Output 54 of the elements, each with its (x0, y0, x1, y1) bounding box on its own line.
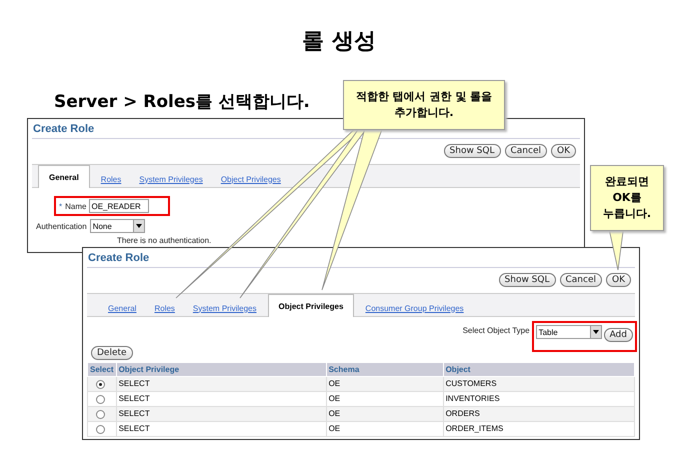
callout-text: 추가합니다. (394, 104, 454, 121)
field-label: Name (65, 202, 86, 210)
table-cell: INVENTORIES (443, 392, 634, 406)
tab[interactable]: General (101, 300, 144, 316)
tab[interactable]: Roles (147, 300, 182, 316)
tab[interactable]: Roles (94, 171, 128, 187)
slide-title: 롤 생성 (302, 29, 376, 54)
tab[interactable]: General (38, 165, 90, 188)
table-cell: SELECT (116, 392, 326, 406)
tab[interactable]: System Privileges (132, 171, 210, 187)
name-field[interactable]: OE_READER (89, 199, 150, 213)
column-header: Object Privilege (116, 362, 326, 376)
radio-button[interactable] (96, 410, 105, 419)
table-cell: OE (326, 422, 444, 436)
toolbar-button[interactable]: OK (606, 273, 631, 287)
help-text: There is no authentication. (117, 236, 212, 245)
column-header: Object (443, 362, 634, 376)
radio-button[interactable] (96, 395, 105, 404)
dropdown-caret-icon (590, 326, 601, 338)
toolbar-button[interactable]: Cancel (560, 273, 602, 287)
table-cell: SELECT (116, 422, 326, 436)
toolbar-button[interactable]: Show SQL (444, 144, 500, 158)
column-header: Schema (326, 362, 444, 376)
field-label: Authentication (36, 222, 87, 230)
callout-text: 완료되면 (605, 174, 649, 190)
table-cell: ORDER_ITEMS (443, 422, 634, 436)
radio-button[interactable] (96, 380, 105, 389)
slide-subtitle: Server > Roles를 선택합니다. (54, 91, 310, 113)
delete-button[interactable]: Delete (91, 346, 133, 360)
toolbar-button[interactable]: Show SQL (498, 273, 556, 287)
add-button[interactable]: Add (604, 328, 633, 342)
tab[interactable]: Consumer Group Privileges (358, 300, 471, 316)
field-label: Select Object Type (462, 326, 530, 335)
table-cell: SELECT (116, 406, 326, 422)
callout-text: OK를 (612, 190, 642, 206)
tab[interactable]: Object Privileges (268, 294, 354, 317)
table-cell: OE (326, 406, 444, 422)
toolbar-button[interactable]: OK (551, 144, 576, 158)
authentication-dropdown[interactable]: None (90, 219, 145, 233)
dropdown-caret-icon (132, 220, 144, 232)
table-cell: ORDERS (443, 406, 634, 422)
radio-button[interactable] (96, 425, 105, 434)
column-header: Select (88, 362, 116, 376)
callout-text: 누릅니다. (602, 206, 652, 222)
object-type-dropdown[interactable]: Table (536, 325, 602, 339)
tab[interactable]: System Privileges (186, 300, 264, 316)
callout-text: 적합한 탭에서 권한 및 롤을 (356, 89, 492, 105)
table-cell: SELECT (116, 376, 326, 392)
toolbar-button[interactable]: Cancel (504, 144, 547, 158)
required-mark: * (59, 202, 62, 210)
table-cell: OE (326, 376, 444, 392)
table-cell: OE (326, 392, 444, 406)
table-cell: CUSTOMERS (443, 376, 634, 392)
tab[interactable]: Object Privileges (214, 171, 288, 187)
